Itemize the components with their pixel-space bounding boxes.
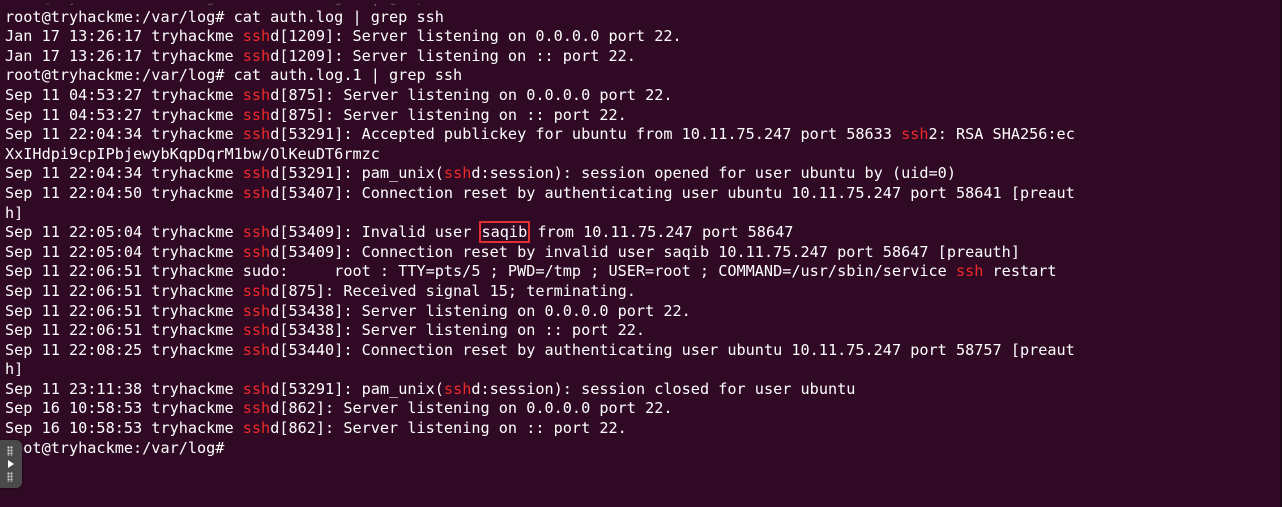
grep-match: ssh: [242, 399, 271, 418]
grip-icon: [7, 472, 13, 482]
grep-match: ssh: [242, 340, 271, 359]
terminal-line: root@tryhackme:/var/log# cat auth.log | …: [5, 7, 444, 26]
terminal-window[interactable]: root@tryhackme:/var/log# cat auth.log.1 …: [0, 0, 1282, 507]
grep-match: ssh: [242, 125, 271, 144]
terminal-line: Sep 11 22:06:51 tryhackme sudo: root : T…: [5, 262, 1057, 281]
grep-match: ssh: [242, 242, 271, 261]
terminal-line: Sep 11 23:11:38 tryhackme sshd[53291]: p…: [5, 379, 856, 398]
terminal-line: Sep 11 22:04:34 tryhackme sshd[53291]: A…: [5, 125, 1075, 144]
grip-icon: [7, 446, 13, 456]
terminal-line: Sep 11 22:06:51 tryhackme sshd[53438]: S…: [5, 301, 691, 320]
terminal-line: Sep 11 22:05:04 tryhackme sshd[53409]: I…: [5, 221, 794, 244]
side-panel-toggle[interactable]: [0, 440, 22, 488]
grep-match: ssh: [901, 125, 929, 144]
grep-match: ssh: [242, 281, 271, 300]
terminal-line: Sep 11 04:53:27 tryhackme sshd[875]: Ser…: [5, 85, 673, 104]
terminal-line: h]: [5, 360, 24, 379]
terminal-line: Sep 11 04:53:27 tryhackme sshd[875]: Ser…: [5, 105, 627, 124]
terminal-line: Sep 11 22:04:34 tryhackme sshd[53291]: p…: [5, 164, 956, 183]
terminal-line: h]: [5, 203, 24, 222]
terminal-line: XxIHdpi9cpIPbjewybKqpDqrM1bw/OlKeuDT6rmz…: [5, 144, 380, 163]
grep-match: ssh: [242, 379, 271, 398]
terminal-line: root@tryhackme:/var/log# cat auth.log.1 …: [5, 66, 463, 85]
grep-match: ssh: [242, 223, 271, 242]
terminal-line: Sep 16 10:58:53 tryhackme sshd[862]: Ser…: [5, 399, 673, 418]
grep-match: ssh: [242, 183, 271, 202]
grep-match: ssh: [955, 262, 984, 281]
grep-match: ssh: [242, 301, 271, 320]
grep-match: ssh: [443, 164, 472, 183]
terminal-line: root@tryhackme:/var/log# cat auth.log.1 …: [5, 0, 1277, 8]
terminal-line: Sep 11 22:06:51 tryhackme sshd[875]: Rec…: [5, 281, 636, 300]
grep-match: ssh: [242, 105, 271, 124]
grep-match: ssh: [242, 85, 271, 104]
grep-match: ssh: [242, 27, 271, 46]
grep-match: ssh: [242, 164, 271, 183]
terminal-line: Sep 16 10:58:53 tryhackme sshd[862]: Ser…: [5, 419, 627, 438]
terminal-line: Sep 11 22:06:51 tryhackme sshd[53438]: S…: [5, 321, 646, 340]
grep-match: ssh: [242, 46, 271, 65]
terminal-line: Sep 11 22:04:50 tryhackme sshd[53407]: C…: [5, 183, 1075, 202]
grep-match: ssh: [242, 419, 271, 438]
grep-match: ssh: [242, 321, 271, 340]
terminal-line: Sep 11 22:05:04 tryhackme sshd[53409]: C…: [5, 242, 1020, 261]
grep-match: ssh: [443, 379, 472, 398]
play-icon: [8, 460, 14, 468]
terminal-line: Jan 17 13:26:17 tryhackme sshd[1209]: Se…: [5, 27, 682, 46]
terminal-output: root@tryhackme:/var/log# cat auth.log.1 …: [5, 0, 1277, 458]
terminal-line: root@tryhackme:/var/log#: [5, 438, 234, 457]
terminal-line: Jan 17 13:26:17 tryhackme sshd[1209]: Se…: [5, 46, 636, 65]
username-highlight-box: saqib: [478, 221, 531, 244]
terminal-line: Sep 11 22:08:25 tryhackme sshd[53440]: C…: [5, 340, 1075, 359]
